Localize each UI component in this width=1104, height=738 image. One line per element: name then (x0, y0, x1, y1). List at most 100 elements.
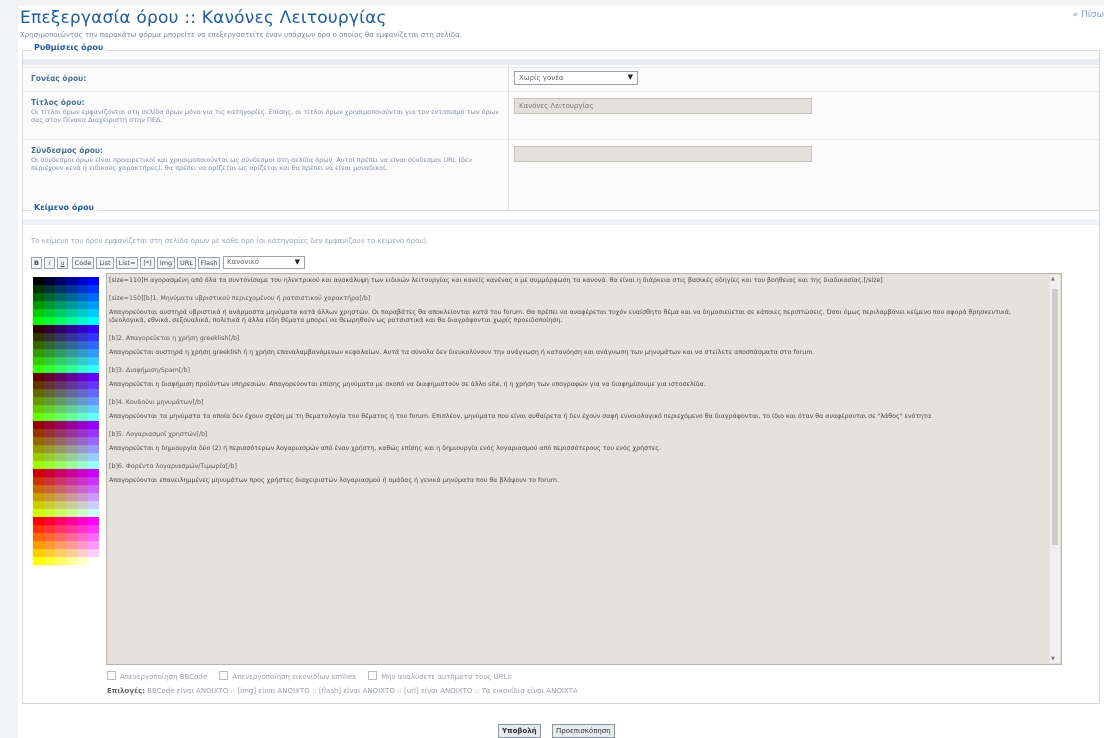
color-swatch[interactable] (77, 413, 88, 421)
color-swatch[interactable] (33, 389, 44, 397)
back-link[interactable]: « Πίσω (1073, 10, 1104, 20)
color-swatch[interactable] (44, 277, 55, 285)
color-swatch[interactable] (55, 509, 66, 517)
color-swatch[interactable] (66, 413, 77, 421)
color-swatch[interactable] (88, 349, 99, 357)
color-swatch[interactable] (88, 461, 99, 469)
color-swatch[interactable] (88, 301, 99, 309)
color-swatch[interactable] (66, 309, 77, 317)
color-swatch[interactable] (44, 317, 55, 325)
color-swatch[interactable] (77, 405, 88, 413)
color-swatch[interactable] (55, 429, 66, 437)
color-swatch[interactable] (66, 373, 77, 381)
color-swatch[interactable] (88, 533, 99, 541)
color-swatch[interactable] (77, 493, 88, 501)
color-swatch[interactable] (66, 557, 77, 565)
color-swatch[interactable] (55, 325, 66, 333)
color-swatch[interactable] (66, 285, 77, 293)
color-swatch[interactable] (44, 437, 55, 445)
color-swatch[interactable] (77, 453, 88, 461)
color-swatch[interactable] (88, 373, 99, 381)
color-swatch[interactable] (88, 357, 99, 365)
color-swatch[interactable] (44, 285, 55, 293)
color-swatch[interactable] (33, 533, 44, 541)
color-swatch[interactable] (88, 405, 99, 413)
color-swatch[interactable] (44, 509, 55, 517)
color-swatch[interactable] (44, 397, 55, 405)
color-swatch[interactable] (33, 405, 44, 413)
color-swatch[interactable] (77, 373, 88, 381)
font-size-select[interactable]: Κανονικό ▼ (223, 256, 305, 269)
color-swatch[interactable] (66, 405, 77, 413)
color-swatch[interactable] (33, 293, 44, 301)
color-swatch[interactable] (33, 341, 44, 349)
color-swatch[interactable] (77, 349, 88, 357)
color-swatch[interactable] (44, 309, 55, 317)
color-swatch[interactable] (66, 381, 77, 389)
color-swatch[interactable] (55, 349, 66, 357)
color-swatch[interactable] (66, 389, 77, 397)
color-swatch[interactable] (33, 309, 44, 317)
color-swatch[interactable] (66, 301, 77, 309)
color-swatch[interactable] (33, 541, 44, 549)
color-swatch[interactable] (55, 493, 66, 501)
color-swatch[interactable] (88, 365, 99, 373)
disable-bbcode-checkbox[interactable] (107, 671, 116, 680)
color-swatch[interactable] (88, 429, 99, 437)
color-swatch[interactable] (33, 429, 44, 437)
color-swatch[interactable] (55, 437, 66, 445)
term-title-input[interactable]: Κανόνες Λειτουργίας (514, 98, 812, 114)
color-swatch[interactable] (33, 557, 44, 565)
color-swatch[interactable] (33, 381, 44, 389)
color-swatch[interactable] (77, 477, 88, 485)
parent-select[interactable]: Χωρίς γονέα ▼ (514, 71, 638, 85)
color-swatch[interactable] (88, 333, 99, 341)
color-swatch[interactable] (44, 549, 55, 557)
color-swatch[interactable] (55, 397, 66, 405)
color-swatch[interactable] (77, 317, 88, 325)
color-swatch[interactable] (77, 421, 88, 429)
color-swatch[interactable] (88, 413, 99, 421)
color-swatch[interactable] (88, 477, 99, 485)
color-swatch[interactable] (77, 365, 88, 373)
color-swatch[interactable] (66, 533, 77, 541)
color-swatch[interactable] (33, 525, 44, 533)
color-swatch[interactable] (66, 445, 77, 453)
color-swatch[interactable] (44, 365, 55, 373)
color-swatch[interactable] (33, 349, 44, 357)
color-swatch[interactable] (44, 469, 55, 477)
color-swatch[interactable] (77, 309, 88, 317)
color-swatch[interactable] (77, 277, 88, 285)
underline-button[interactable]: u (57, 257, 68, 269)
color-swatch[interactable] (55, 357, 66, 365)
color-swatch[interactable] (33, 445, 44, 453)
color-swatch[interactable] (77, 397, 88, 405)
color-swatch[interactable] (44, 429, 55, 437)
ordered-list-button[interactable]: List= (116, 257, 138, 269)
color-swatch[interactable] (66, 365, 77, 373)
color-swatch[interactable] (33, 501, 44, 509)
color-swatch[interactable] (33, 469, 44, 477)
color-swatch[interactable] (77, 461, 88, 469)
color-swatch[interactable] (88, 285, 99, 293)
italic-button[interactable]: i (44, 257, 55, 269)
color-swatch[interactable] (44, 293, 55, 301)
color-swatch[interactable] (66, 525, 77, 533)
color-swatch[interactable] (55, 389, 66, 397)
disable-smilies-option[interactable]: Απενεργοποίηση εικονιδίων smilies (219, 671, 356, 681)
color-swatch[interactable] (88, 389, 99, 397)
color-swatch[interactable] (66, 277, 77, 285)
color-swatch[interactable] (44, 413, 55, 421)
color-swatch[interactable] (88, 517, 99, 525)
color-swatch[interactable] (55, 373, 66, 381)
color-swatch[interactable] (44, 349, 55, 357)
color-swatch[interactable] (77, 285, 88, 293)
color-swatch[interactable] (88, 557, 99, 565)
color-swatch[interactable] (88, 381, 99, 389)
color-swatch[interactable] (77, 557, 88, 565)
color-swatch[interactable] (88, 341, 99, 349)
color-swatch[interactable] (66, 453, 77, 461)
color-swatch[interactable] (88, 397, 99, 405)
color-swatch[interactable] (33, 437, 44, 445)
color-swatch[interactable] (44, 461, 55, 469)
